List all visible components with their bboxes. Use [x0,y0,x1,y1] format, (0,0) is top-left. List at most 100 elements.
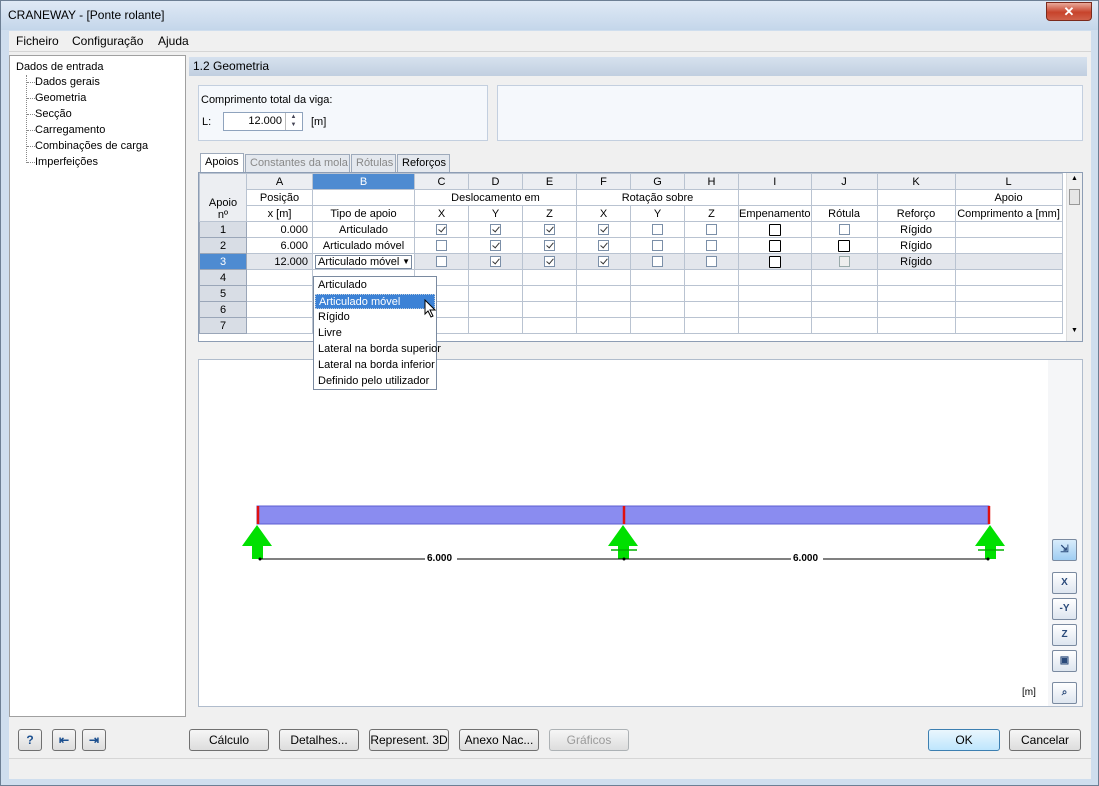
header-empenamento: Empenamento [738,205,812,222]
unit-label: [m] [1022,687,1036,698]
anexo-button[interactable]: Anexo Nac... [459,729,539,751]
checkbox-dz[interactable] [544,240,555,252]
cell-tipo[interactable]: Articulado [312,221,415,238]
ok-button[interactable]: OK [928,729,1000,751]
checkbox-empenamento[interactable] [768,255,781,268]
cell-posicao[interactable]: 12.000 [246,253,313,270]
checkbox-rx[interactable] [598,240,609,252]
tree-item-dados-gerais[interactable]: Dados gerais [35,76,100,88]
cell-tipo-editor[interactable]: Articulado móvel ▼ [312,253,415,270]
checkbox-dy[interactable] [490,240,501,252]
header-reforco: Reforço [876,205,956,222]
previous-button[interactable]: ⇤ [52,729,76,751]
checkbox-dy[interactable] [490,256,501,268]
dropdown-option[interactable]: Livre [315,326,435,341]
spinner-arrows-icon[interactable]: ▲ ▼ [285,113,301,130]
checkbox-rz[interactable] [706,240,717,252]
view-3d-box-button[interactable]: ▣ [1052,650,1077,672]
length-label: Comprimento total da viga: [201,94,333,106]
dropdown-option[interactable]: Lateral na borda superior [315,342,441,357]
cell-reforco[interactable]: Rígido [876,237,956,254]
checkbox-ry[interactable] [652,240,663,252]
tree-item-seccao[interactable]: Secção [35,108,72,120]
checkbox-dx[interactable] [436,240,447,252]
menu-configuracao[interactable]: Configuração [72,34,143,48]
calculo-button[interactable]: Cálculo [189,729,269,751]
zoom-button[interactable]: ⌕ [1052,682,1077,704]
checkbox-rotula[interactable] [838,239,851,252]
checkbox-ry[interactable] [652,224,663,236]
table-scrollbar[interactable]: ▲ ▼ [1066,173,1082,341]
cell-tipo[interactable]: Articulado móvel [312,237,415,254]
dropdown-option[interactable]: Lateral na borda inferior [315,358,435,373]
checkbox-rz[interactable] [706,224,717,236]
menu-bar: Ficheiro Configuração Ajuda [9,31,1091,52]
tab-reforcos[interactable]: Reforços [397,154,450,173]
tab-apoios[interactable]: Apoios [200,153,244,173]
view-iso-button[interactable]: ⇲ [1052,539,1077,561]
checkbox-dz[interactable] [544,256,555,268]
cell-posicao[interactable]: 6.000 [246,237,313,254]
checkbox-dz[interactable] [544,224,555,236]
graficos-button[interactable]: Gráficos [549,729,629,751]
tree-root[interactable]: Dados de entrada [16,61,103,73]
back-icon: ⇤ [58,733,70,747]
dropdown-option[interactable]: Articulado [315,278,435,293]
row-number[interactable]: 3 [199,253,247,270]
view-x-button[interactable]: X [1052,572,1077,594]
view-y-button[interactable]: -Y [1052,598,1077,620]
col-letter-h: H [684,173,739,190]
menu-ajuda[interactable]: Ajuda [158,34,189,48]
checkbox-ry[interactable] [652,256,663,268]
title-bar: CRANEWAY - [Ponte rolante] ✕ [1,1,1098,30]
table-row: 3 12.000 Articulado móvel ▼ Rígido [199,253,1063,270]
tab-constantes[interactable]: Constantes da mola [245,154,350,173]
help-button[interactable]: ? [18,729,42,751]
row-number[interactable]: 5 [199,285,247,302]
checkbox-empenamento[interactable] [768,239,781,252]
next-button[interactable]: ⇥ [82,729,106,751]
dropdown-arrow-icon[interactable]: ▼ [402,256,410,268]
table-row: 2 6.000 Articulado móvel Rígido [199,237,1063,254]
checkbox-rx[interactable] [598,256,609,268]
col-letter-a: A [246,173,313,190]
view-z-button[interactable]: Z [1052,624,1077,646]
row-number[interactable]: 7 [199,317,247,334]
support-articulado-movel-icon [608,525,638,559]
row-number[interactable]: 2 [199,237,247,254]
scroll-up-icon[interactable]: ▲ [1071,175,1078,182]
menu-ficheiro[interactable]: Ficheiro [16,34,59,48]
scroll-thumb[interactable] [1069,189,1080,205]
dropdown-option-selected[interactable]: Articulado móvel [315,294,435,309]
cell-posicao[interactable]: 0.000 [246,221,313,238]
tree-item-combinacoes[interactable]: Combinações de carga [35,140,148,152]
cell-reforco[interactable]: Rígido [876,253,956,270]
checkbox-rx[interactable] [598,224,609,236]
cell-reforco[interactable]: Rígido [876,221,956,238]
checkbox-rotula[interactable] [838,256,850,268]
checkbox-dx[interactable] [436,224,447,236]
tree-item-imperfeicoes[interactable]: Imperfeições [35,156,98,168]
checkbox-dy[interactable] [490,224,501,236]
checkbox-rotula[interactable] [838,224,850,236]
dropdown-option[interactable]: Rígido [315,310,435,325]
tab-rotulas[interactable]: Rótulas [351,154,396,173]
length-stepper[interactable]: 12.000 ▲ ▼ [223,112,303,131]
detalhes-button[interactable]: Detalhes... [279,729,359,751]
row-number[interactable]: 4 [199,269,247,286]
checkbox-rz[interactable] [706,256,717,268]
cancel-button[interactable]: Cancelar [1009,729,1081,751]
col-letter-g: G [630,173,685,190]
header-rx: X [576,205,631,222]
row-number[interactable]: 1 [199,221,247,238]
scroll-down-icon[interactable]: ▼ [1071,327,1078,334]
tree-item-carregamento[interactable]: Carregamento [35,124,105,136]
tree-item-geometria[interactable]: Geometria [35,92,86,104]
row-number[interactable]: 6 [199,301,247,318]
dropdown-option[interactable]: Definido pelo utilizador [315,374,435,389]
checkbox-dx[interactable] [436,256,447,268]
checkbox-empenamento[interactable] [768,223,781,236]
represent-3d-button[interactable]: Represent. 3D [369,729,449,751]
close-button[interactable]: ✕ [1046,2,1092,21]
client-area: Dados de entrada Dados gerais Geometria … [9,52,1091,779]
